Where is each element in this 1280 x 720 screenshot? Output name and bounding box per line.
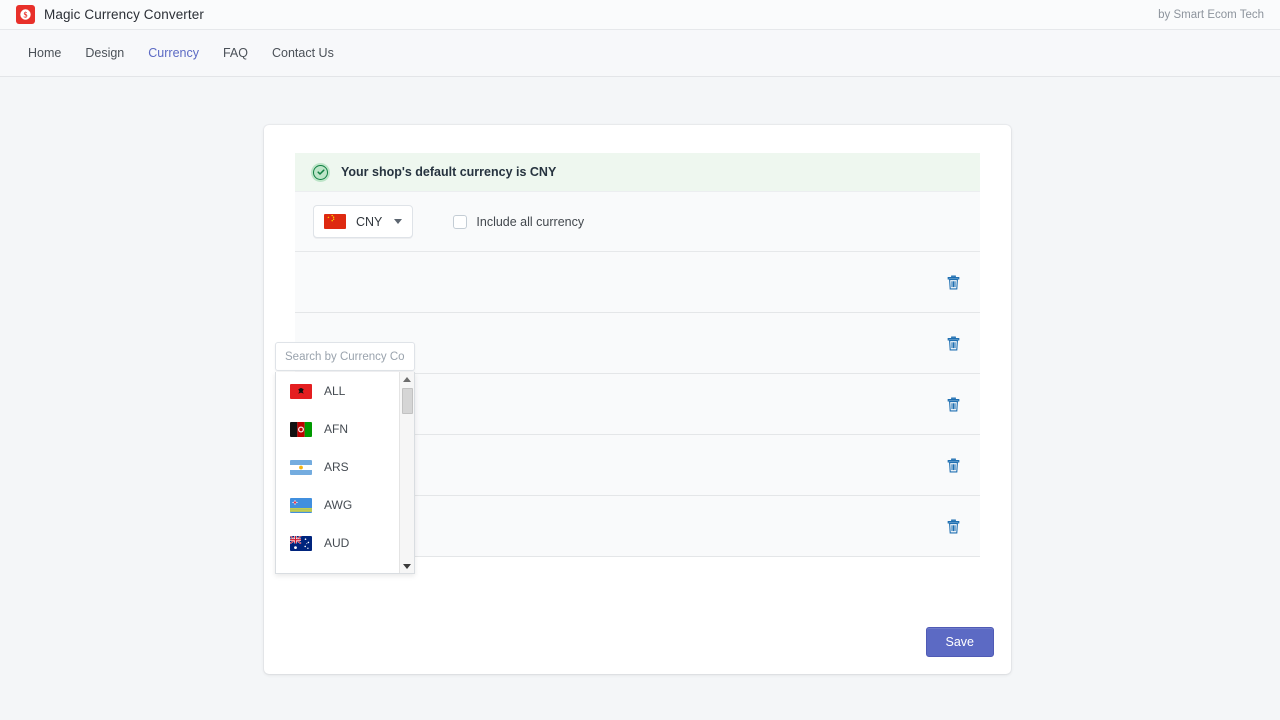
default-currency-select[interactable]: CNY [313,205,413,238]
scrollbar-thumb[interactable] [402,388,413,414]
nav-item-design[interactable]: Design [85,47,124,60]
svg-text:$: $ [24,11,28,20]
flag-al-icon [290,384,312,399]
default-currency-banner: Your shop's default currency is CNY [295,153,980,191]
dropdown-item-code: AUD [324,536,349,550]
currency-dropdown-list: ALL AFN [276,372,399,573]
currency-dropdown-list-wrap: ALL AFN [275,372,415,574]
save-button[interactable]: Save [926,627,995,657]
flag-ar-icon [290,460,312,475]
default-currency-code: CNY [356,215,382,229]
trash-icon[interactable] [945,273,962,292]
include-all-currency-checkbox[interactable] [453,215,467,229]
app-topbar: $ Magic Currency Converter by Smart Ecom… [0,0,1280,30]
currency-dropdown-panel: ALL AFN [275,342,415,574]
nav-item-currency[interactable]: Currency [148,47,199,60]
chevron-down-icon [394,219,402,224]
card-footer: Save [926,627,995,657]
page-body: Your shop's default currency is CNY [0,77,1280,719]
dropdown-item-awg[interactable]: AWG [276,486,399,524]
flag-cn-icon [324,214,346,229]
dropdown-item-code: ALL [324,384,345,398]
dropdown-item-all[interactable]: ALL [276,372,399,410]
nav-item-faq[interactable]: FAQ [223,47,248,60]
app-title: Magic Currency Converter [44,7,204,22]
currency-controls-row: CNY Include all currency [295,191,980,252]
trash-icon[interactable] [945,395,962,414]
dropdown-item-code: ARS [324,460,349,474]
trash-icon[interactable] [945,517,962,536]
flag-aw-icon [290,498,312,513]
nav-item-home[interactable]: Home [28,47,61,60]
trash-icon[interactable] [945,456,962,475]
nav-item-contact-us[interactable]: Contact Us [272,47,334,60]
include-all-currency-checkbox-wrap[interactable]: Include all currency [453,215,584,229]
table-row [295,252,980,313]
banner-text: Your shop's default currency is CNY [341,165,556,179]
include-all-currency-label: Include all currency [476,215,584,229]
success-check-circle-icon [311,163,330,182]
dropdown-item-ars[interactable]: ARS [276,448,399,486]
dollar-coin-icon: $ [16,5,35,24]
dropdown-item-code: AFN [324,422,348,436]
dropdown-scrollbar[interactable] [399,372,414,573]
vendor-byline: by Smart Ecom Tech [1158,9,1264,21]
scroll-down-arrow-icon[interactable] [400,559,414,573]
dropdown-item-afn[interactable]: AFN [276,410,399,448]
search-input[interactable] [275,342,415,371]
flag-au-icon [290,536,312,551]
flag-af-icon [290,422,312,437]
main-navigation: Home Design Currency FAQ Contact Us [0,30,1280,77]
dropdown-item-code: AWG [324,498,352,512]
scroll-up-arrow-icon[interactable] [400,372,414,386]
trash-icon[interactable] [945,334,962,353]
dropdown-item-aud[interactable]: AUD [276,524,399,562]
